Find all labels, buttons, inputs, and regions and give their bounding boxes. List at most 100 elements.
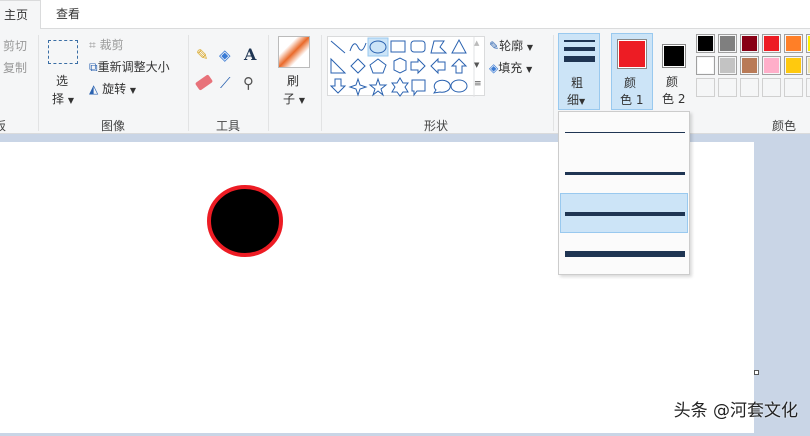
gallery-scroll-down[interactable]: ▼ [474,61,479,69]
palette-swatch[interactable] [784,56,803,75]
swatch-color [698,58,713,73]
gallery-expand[interactable]: ≡ [474,79,482,89]
swatch-color [742,58,757,73]
canvas-resize-handle[interactable] [754,370,759,375]
select-icon[interactable] [48,40,78,64]
brush-label-1[interactable]: 刷 [287,72,299,89]
divider [188,35,189,131]
colors-group-label: 颜色 [772,119,797,133]
resize-button[interactable]: ⧉重新调整大小 [89,58,170,75]
palette-swatch[interactable] [784,34,803,53]
size-icon-line [564,56,595,62]
resize-icon: ⧉ [89,60,98,74]
palette-swatch[interactable] [718,34,737,53]
swatch-color [742,36,757,51]
size-button[interactable]: 粗 细▼ [558,33,600,110]
color-picker-icon[interactable]: ⟋ [220,74,231,92]
six-point-star-icon [391,77,409,97]
text-icon[interactable]: A [244,45,256,64]
palette-empty-swatch[interactable] [740,78,759,97]
color1-label-2: 色 1 [620,93,644,107]
color2-label-2: 色 2 [662,92,686,106]
size-label-row: 细▼ [567,91,585,108]
brush-button[interactable]: 子 ▼ [283,90,305,107]
four-point-star-icon [348,77,368,97]
rotate-button[interactable]: ◭ 旋转 ▼ [89,80,136,97]
rect-callout-icon [411,79,426,97]
size-option-2[interactable] [565,172,685,175]
eraser-icon[interactable] [194,74,214,91]
copy-button[interactable]: 复制 [3,59,27,76]
fill-icon: ◈ [489,61,499,75]
polygon-shape-icon [430,40,448,54]
chevron-down-icon: ▼ [129,86,137,95]
size-label-2: 细 [567,93,580,107]
select-button[interactable]: 择 ▼ [52,90,74,107]
outline-label: 轮廓 [499,39,524,53]
select-label-1[interactable]: 选 [56,72,68,89]
swatch-color [764,58,779,73]
chevron-down-icon: ▼ [526,65,533,74]
up-arrow-shape-icon [450,58,468,74]
size-option-4[interactable] [565,251,685,257]
pencil-icon[interactable]: ✎ [196,46,209,64]
hexagon-shape-icon [393,57,407,74]
oval-callout-icon [432,79,451,94]
outline-button[interactable]: ✎轮廓 ▼ [489,37,533,54]
palette-empty-swatch[interactable] [784,78,803,97]
outline-icon: ✎ [489,39,500,53]
swatch-color [786,36,801,51]
divider [38,35,39,131]
palette-empty-swatch[interactable] [718,78,737,97]
rotate-label: 旋转 [102,82,127,96]
palette-empty-swatch[interactable] [762,78,781,97]
palette-swatch[interactable] [740,56,759,75]
size-icon [564,40,595,42]
pentagon-shape-icon [369,58,387,74]
image-group-label: 图像 [101,119,126,133]
palette-swatch[interactable] [806,34,810,53]
right-triangle-shape-icon [330,57,347,74]
size-option-1[interactable] [565,132,685,133]
brush-icon[interactable] [278,36,310,68]
drawn-ellipse [207,185,283,257]
size-label-1: 粗 [571,76,584,90]
rotate-icon: ◭ [89,82,99,96]
fill-bucket-icon[interactable]: ◈ [219,46,231,64]
color1-swatch-frame [617,39,647,69]
palette-empty-swatch[interactable] [806,78,810,97]
palette-swatch[interactable] [762,34,781,53]
fill-button[interactable]: ◈填充 ▼ [489,59,532,76]
color1-button[interactable]: 颜 色 1 [611,33,653,110]
crop-label: 裁剪 [99,38,124,52]
tab-view[interactable]: 查看 [46,0,90,29]
cut-button[interactable]: 剪切 [3,37,27,54]
fill-label: 填充 [498,61,523,75]
tab-home[interactable]: 主页 [0,0,41,30]
palette-empty-swatch[interactable] [696,78,715,97]
magnifier-icon[interactable]: ⚲ [243,74,254,92]
color1-label-1: 颜 [624,76,637,90]
gallery-scroll-up[interactable]: ▲ [474,39,479,47]
color2-swatch-frame [662,44,686,68]
palette-swatch[interactable] [806,56,810,75]
size-icon-line [564,47,595,51]
palette-swatch[interactable] [696,34,715,53]
chevron-down-icon: ▼ [67,96,74,105]
palette-swatch[interactable] [718,56,737,75]
swatch-color [786,58,801,73]
size-option-3[interactable] [565,212,685,216]
shapes-icons[interactable] [328,37,486,97]
divider [321,35,322,131]
tools-group-label: 工具 [216,119,241,133]
color1-swatch [619,41,645,67]
palette-swatch[interactable] [740,34,759,53]
crop-button[interactable]: ⌗ 裁剪 [89,36,124,53]
five-point-star-icon [368,77,388,97]
color2-button[interactable]: 颜 色 2 [657,33,693,110]
palette-swatch[interactable] [762,56,781,75]
divider [553,35,554,131]
swatch-color [698,36,713,51]
palette-swatch[interactable] [696,56,715,75]
watermark: 头条 @河套文化 [673,401,798,421]
